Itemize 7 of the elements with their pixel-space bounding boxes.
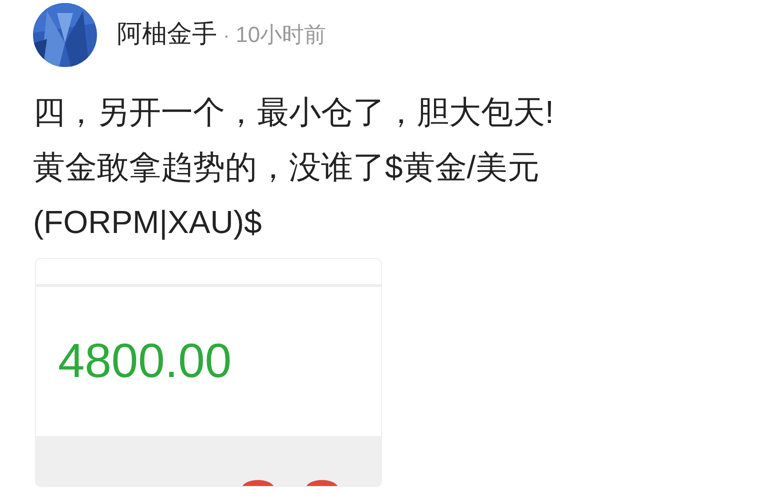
price-value: 4800.00	[58, 334, 232, 390]
separator-dot: ·	[223, 24, 230, 50]
post-text-line: 四，另开一个，最小仓了，胆大包天!	[33, 93, 555, 132]
author-name[interactable]: 阿柚金手	[117, 16, 217, 54]
post-time: 10小时前	[236, 21, 326, 50]
post-text-line: 黄金敢拿趋势的，没谁了$黄金/美元	[33, 148, 541, 187]
post-text-line: (FORPM|XAU)$	[33, 203, 263, 242]
